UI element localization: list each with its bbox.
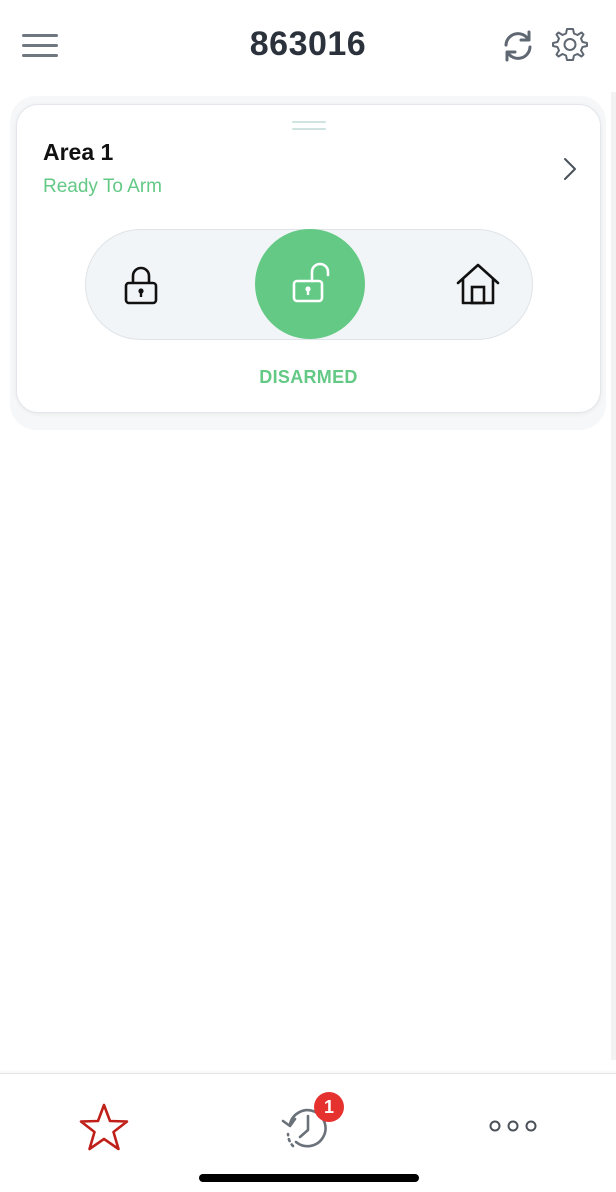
more-dots-icon — [489, 1120, 537, 1132]
screen: 863016 Area 1 Ready To Arm DISARMED 1 — [0, 0, 616, 1192]
lock-open-icon — [292, 262, 330, 303]
drag-handle-icon[interactable] — [292, 119, 326, 131]
area-name: Area 1 — [43, 139, 114, 165]
arm-state-label: DISARMED — [259, 367, 358, 387]
scroll-edge — [611, 0, 616, 1060]
tab-favorites[interactable] — [78, 1102, 130, 1154]
app-header: 863016 — [0, 0, 616, 92]
house-icon — [456, 263, 500, 305]
away-arm-button[interactable] — [121, 263, 161, 307]
disarm-button[interactable] — [255, 229, 365, 339]
tab-more[interactable] — [488, 1114, 538, 1138]
star-icon — [79, 1103, 129, 1151]
notification-badge: 1 — [314, 1092, 344, 1122]
tab-history[interactable]: 1 — [280, 1092, 344, 1154]
area-status: Ready To Arm — [43, 176, 162, 197]
lock-closed-icon — [124, 266, 158, 305]
refresh-icon[interactable] — [500, 28, 536, 64]
gear-icon[interactable] — [552, 26, 588, 62]
home-indicator — [199, 1174, 419, 1182]
home-arm-button[interactable] — [455, 261, 501, 307]
chevron-right-icon[interactable] — [559, 155, 581, 183]
area-card[interactable]: Area 1 Ready To Arm DISARMED — [16, 104, 601, 413]
